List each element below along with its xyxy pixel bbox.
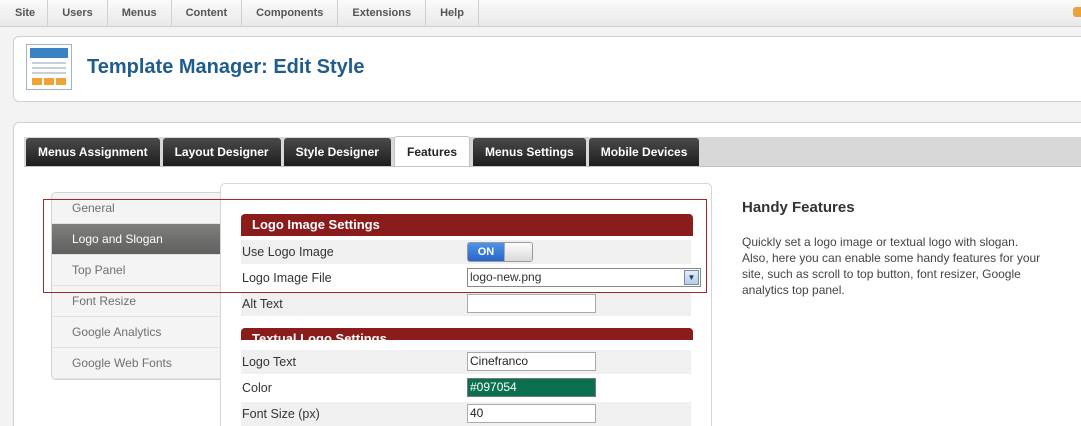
- font-size-label: Font Size (px): [242, 407, 320, 421]
- page-title: Template Manager: Edit Style: [87, 56, 365, 78]
- font-size-row: Font Size (px) 40: [241, 402, 691, 426]
- logo-text-label: Logo Text: [242, 355, 296, 369]
- main-menubar: Site Users Menus Content Components Exte…: [0, 0, 1081, 27]
- textual-logo-settings-heading: Textual Logo Settings: [241, 328, 693, 340]
- logo-text-row: Logo Text Cinefranco: [241, 350, 691, 374]
- logo-text-input[interactable]: Cinefranco: [467, 352, 596, 371]
- menu-menus[interactable]: Menus: [108, 0, 172, 27]
- page-header: Template Manager: Edit Style: [13, 36, 1081, 102]
- sidenav-item-google-web-fonts[interactable]: Google Web Fonts: [52, 348, 222, 379]
- menu-help[interactable]: Help: [426, 0, 479, 27]
- alt-text-row: Alt Text: [241, 292, 691, 316]
- tab-menus-settings[interactable]: Menus Settings: [473, 138, 586, 166]
- menu-components[interactable]: Components: [242, 0, 339, 27]
- page: { "menubar": { "items": ["Site", "Users"…: [0, 0, 1081, 426]
- info-text: Quickly set a logo image or textual logo…: [742, 235, 1041, 297]
- color-input[interactable]: #097054: [467, 378, 596, 397]
- tab-strip: Menus Assignment Layout Designer Style D…: [24, 136, 1081, 167]
- highlight-box: [43, 199, 707, 293]
- menu-extensions[interactable]: Extensions: [338, 0, 427, 27]
- template-manager-icon: [26, 44, 72, 90]
- font-size-input[interactable]: 40: [467, 404, 596, 423]
- tab-mobile-devices[interactable]: Mobile Devices: [588, 138, 700, 166]
- alt-text-label: Alt Text: [242, 297, 283, 311]
- tab-style-designer[interactable]: Style Designer: [283, 138, 391, 166]
- info-title: Handy Features: [742, 199, 855, 216]
- tab-features[interactable]: Features: [393, 136, 471, 166]
- menu-users[interactable]: Users: [48, 0, 108, 27]
- color-label: Color: [242, 381, 272, 395]
- color-row: Color #097054: [241, 376, 691, 400]
- notification-icon[interactable]: [1073, 7, 1081, 17]
- tab-menus-assignment[interactable]: Menus Assignment: [26, 138, 160, 166]
- menu-content[interactable]: Content: [172, 0, 243, 27]
- alt-text-input[interactable]: [467, 294, 596, 313]
- tab-layout-designer[interactable]: Layout Designer: [162, 138, 281, 166]
- menu-site[interactable]: Site: [0, 0, 49, 27]
- sidenav-item-google-analytics[interactable]: Google Analytics: [52, 317, 222, 348]
